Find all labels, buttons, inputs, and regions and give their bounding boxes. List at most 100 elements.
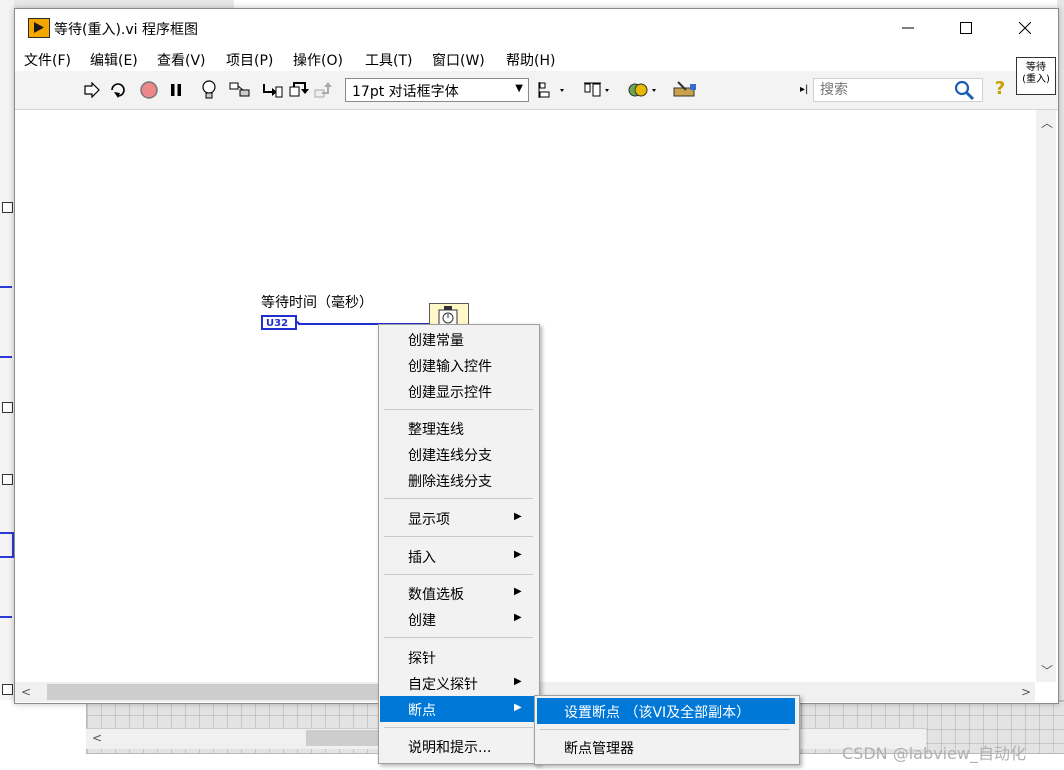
minimize-button[interactable] bbox=[879, 9, 937, 47]
scroll-up-icon[interactable]: ︿ bbox=[1041, 114, 1053, 131]
menu-separator bbox=[384, 536, 533, 537]
menu-item-label: 插入 bbox=[408, 550, 436, 566]
toolbar: 17pt 对话框字体 ▼ ▸| ? bbox=[15, 71, 1058, 110]
menu-separator bbox=[384, 637, 533, 638]
menu-help[interactable]: 帮助(H) bbox=[506, 50, 555, 70]
menu-separator bbox=[384, 409, 533, 410]
run-arrow-icon[interactable] bbox=[81, 80, 103, 100]
step-out-icon[interactable] bbox=[314, 80, 336, 100]
menu-item-create[interactable]: 创建 ▶ bbox=[380, 606, 538, 632]
background-wire bbox=[0, 356, 12, 358]
submenu-item-label: 断点管理器 bbox=[564, 741, 634, 757]
highlight-execution-icon[interactable] bbox=[198, 80, 220, 100]
step-over-icon[interactable] bbox=[288, 80, 310, 100]
context-menu: 创建常量 创建输入控件 创建显示控件 整理连线 创建连线分支 删除连线分支 显示… bbox=[378, 324, 540, 764]
pause-icon[interactable] bbox=[165, 80, 187, 100]
submenu-arrow-icon: ▶ bbox=[514, 612, 522, 623]
menu-edit[interactable]: 编辑(E) bbox=[90, 50, 138, 70]
background-terminal bbox=[2, 402, 13, 413]
run-continuously-icon[interactable] bbox=[107, 80, 129, 100]
retain-wire-values-icon[interactable] bbox=[229, 80, 251, 100]
menu-item-create-control[interactable]: 创建输入控件 bbox=[380, 352, 538, 378]
menu-item-visible-items[interactable]: 显示项 ▶ bbox=[380, 505, 538, 531]
search-toggle-icon[interactable]: ▸| bbox=[800, 84, 808, 95]
background-terminal bbox=[2, 202, 13, 213]
background-terminal bbox=[2, 684, 13, 695]
menu-item-label: 创建显示控件 bbox=[408, 385, 492, 401]
background-indicator bbox=[0, 532, 14, 558]
vi-icon-line2: (重入) bbox=[1022, 74, 1050, 85]
step-into-icon[interactable] bbox=[261, 80, 283, 100]
submenu-item-breakpoint-manager[interactable]: 断点管理器 bbox=[537, 734, 795, 760]
vi-connector-icon[interactable]: 等待 (重入) bbox=[1016, 57, 1056, 95]
align-objects-icon[interactable] bbox=[537, 80, 569, 100]
search-icon[interactable] bbox=[952, 79, 976, 101]
menu-item-label: 自定义探针 bbox=[408, 677, 478, 693]
menu-item-insert[interactable]: 插入 ▶ bbox=[380, 543, 538, 569]
maximize-button[interactable] bbox=[937, 9, 995, 47]
menu-item-create-indicator[interactable]: 创建显示控件 bbox=[380, 378, 538, 404]
menu-view[interactable]: 查看(V) bbox=[157, 50, 206, 70]
abort-icon[interactable] bbox=[138, 80, 160, 100]
menu-separator bbox=[540, 729, 790, 730]
watermark: CSDN @labview_自动化 bbox=[842, 744, 1026, 763]
u32-terminal[interactable]: U32 bbox=[261, 315, 297, 330]
submenu-arrow-icon: ▶ bbox=[514, 511, 522, 522]
background-window-edge bbox=[0, 0, 15, 700]
menu-item-label: 创建连线分支 bbox=[408, 448, 492, 464]
clean-up-diagram-icon[interactable] bbox=[671, 80, 701, 100]
menu-item-create-wire-branch[interactable]: 创建连线分支 bbox=[380, 441, 538, 467]
menu-item-label: 显示项 bbox=[408, 512, 450, 528]
menu-item-delete-wire-branch[interactable]: 删除连线分支 bbox=[380, 467, 538, 493]
menu-file[interactable]: 文件(F) bbox=[24, 50, 71, 70]
menu-item-numeric-palette[interactable]: 数值选板 ▶ bbox=[380, 580, 538, 606]
menu-item-clean-up-wire[interactable]: 整理连线 bbox=[380, 415, 538, 441]
menu-item-label: 说明和提示... bbox=[408, 740, 492, 756]
menu-tools[interactable]: 工具(T) bbox=[365, 50, 412, 70]
reorder-icon[interactable] bbox=[627, 80, 661, 100]
menu-item-description-and-tip[interactable]: 说明和提示... bbox=[380, 733, 538, 759]
window-title: 等待(重入).vi 程序框图 bbox=[54, 22, 198, 38]
scroll-right-icon[interactable]: > bbox=[1021, 685, 1031, 699]
menu-window[interactable]: 窗口(W) bbox=[432, 50, 485, 70]
menu-item-label: 数值选板 bbox=[408, 587, 464, 603]
search-input[interactable] bbox=[818, 80, 950, 100]
chevron-down-icon: ▼ bbox=[515, 83, 523, 94]
menu-item-label: 创建输入控件 bbox=[408, 359, 492, 375]
background-toolbar-strip bbox=[14, 0, 234, 8]
submenu-arrow-icon: ▶ bbox=[514, 586, 522, 597]
background-wire bbox=[0, 286, 12, 288]
scroll-left-icon[interactable]: < bbox=[21, 685, 31, 699]
menu-project[interactable]: 项目(P) bbox=[226, 50, 273, 70]
menu-separator bbox=[384, 574, 533, 575]
menu-separator bbox=[384, 727, 533, 728]
submenu-item-label: 设置断点 （该VI及全部副本） bbox=[564, 705, 751, 721]
help-icon[interactable]: ? bbox=[990, 78, 1010, 102]
menu-item-probe[interactable]: 探针 bbox=[380, 644, 538, 670]
font-select-value: 17pt 对话框字体 bbox=[352, 84, 459, 100]
menu-item-label: 创建 bbox=[408, 613, 436, 629]
close-button[interactable] bbox=[996, 9, 1054, 47]
scroll-down-icon[interactable]: ﹀ bbox=[1041, 662, 1053, 679]
menu-item-label: 断点 bbox=[408, 703, 436, 719]
menu-item-label: 删除连线分支 bbox=[408, 474, 492, 490]
background-wire bbox=[0, 616, 12, 618]
submenu-arrow-icon: ▶ bbox=[514, 702, 522, 713]
menu-item-label: 创建常量 bbox=[408, 333, 464, 349]
menu-item-label: 探针 bbox=[408, 651, 436, 667]
submenu-arrow-icon: ▶ bbox=[514, 549, 522, 560]
vertical-scrollbar[interactable]: ︿ ﹀ bbox=[1036, 110, 1056, 682]
menu-bar: 文件(F) 编辑(E) 查看(V) 项目(P) 操作(O) 工具(T) 窗口(W… bbox=[15, 47, 1058, 71]
control-label: 等待时间（毫秒） bbox=[261, 295, 373, 311]
distribute-objects-icon[interactable] bbox=[582, 80, 614, 100]
submenu-item-set-breakpoint[interactable]: 设置断点 （该VI及全部副本） bbox=[537, 698, 795, 724]
menu-item-create-constant[interactable]: 创建常量 bbox=[380, 326, 538, 352]
menu-item-custom-probe[interactable]: 自定义探针 ▶ bbox=[380, 670, 538, 696]
horizontal-scroll-thumb[interactable] bbox=[47, 684, 383, 700]
font-select[interactable]: 17pt 对话框字体 ▼ bbox=[345, 78, 529, 102]
labview-vi-icon bbox=[28, 18, 50, 38]
menu-item-breakpoint[interactable]: 断点 ▶ bbox=[380, 696, 538, 722]
menu-operate[interactable]: 操作(O) bbox=[293, 50, 343, 70]
menu-item-label: 整理连线 bbox=[408, 422, 464, 438]
menu-separator bbox=[384, 498, 533, 499]
